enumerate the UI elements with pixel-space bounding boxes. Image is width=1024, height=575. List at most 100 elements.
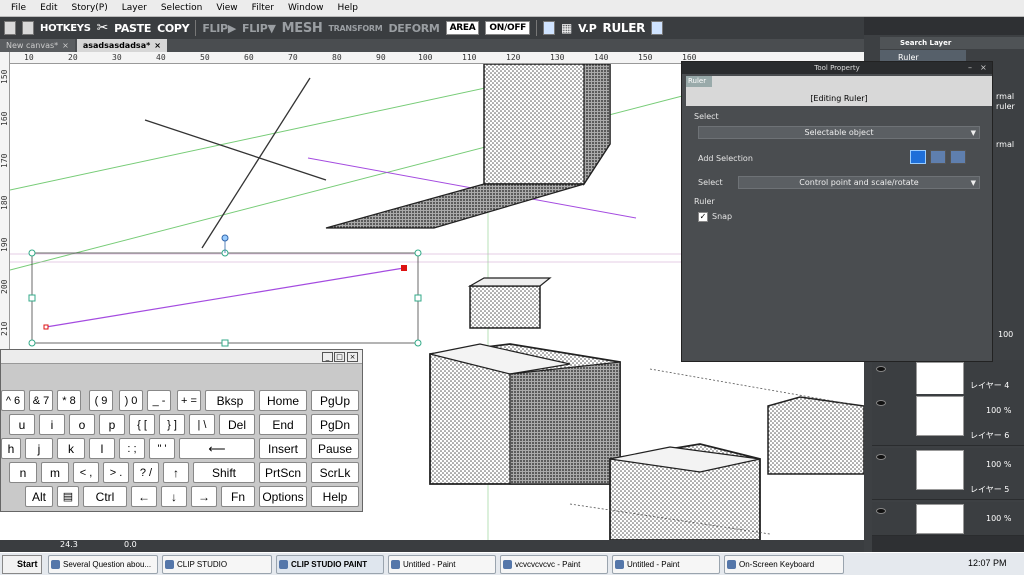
key[interactable]: " ' xyxy=(149,438,175,459)
up-arrow-key[interactable]: ↑ xyxy=(163,462,189,483)
enter-key[interactable]: ⟵ xyxy=(179,438,255,459)
angle-value[interactable]: 0.0 xyxy=(124,540,137,549)
scale-handle[interactable] xyxy=(28,339,36,347)
end-key[interactable]: End xyxy=(259,414,307,435)
menu-key[interactable]: ▤ xyxy=(57,486,79,507)
help-key[interactable]: Help xyxy=(311,486,359,507)
snap-checkbox[interactable]: ✓ xyxy=(698,212,708,222)
scale-handle[interactable] xyxy=(28,249,36,257)
key[interactable]: & 7 xyxy=(29,390,53,411)
select-mode-dropdown[interactable]: Control point and scale/rotate ▼ xyxy=(738,176,980,189)
left-arrow-key[interactable]: ← xyxy=(131,486,157,507)
layer-item[interactable]: 100 % レイヤー 6 xyxy=(872,394,1024,446)
shift-key[interactable]: Shift xyxy=(193,462,255,483)
area-button[interactable]: AREA xyxy=(445,21,480,35)
maximize-icon[interactable]: □ xyxy=(334,352,345,362)
ruler-toggle-icon[interactable] xyxy=(651,21,664,35)
close-icon[interactable]: × xyxy=(154,39,161,52)
ruler-control-point[interactable] xyxy=(401,265,407,271)
insert-key[interactable]: Insert xyxy=(259,438,307,459)
scissors-icon[interactable]: ✂ xyxy=(97,20,109,36)
key[interactable]: ( 9 xyxy=(89,390,113,411)
copy-button[interactable]: COPY xyxy=(157,22,190,35)
scale-handle[interactable] xyxy=(414,249,422,257)
clock[interactable]: 12:07 PM xyxy=(968,558,1007,568)
ruler-button[interactable]: RULER xyxy=(603,21,646,35)
close-icon[interactable]: × xyxy=(347,352,358,362)
fn-key[interactable]: Fn xyxy=(221,486,255,507)
taskbar-item[interactable]: Untitled - Paint xyxy=(612,555,720,574)
flip-horizontal-button[interactable]: FLIP▶ xyxy=(202,22,236,35)
hotkeys-button[interactable]: HOTKEYS xyxy=(40,23,91,34)
key[interactable]: > . xyxy=(103,462,129,483)
menu-layer[interactable]: Layer xyxy=(115,3,154,13)
tab-new-canvas[interactable]: New canvas* × xyxy=(0,39,75,52)
key[interactable]: * 8 xyxy=(57,390,81,411)
menu-view[interactable]: View xyxy=(209,3,244,13)
taskbar-item[interactable]: On-Screen Keyboard xyxy=(724,555,844,574)
key[interactable]: h xyxy=(1,438,21,459)
key[interactable]: + = xyxy=(177,390,201,411)
key[interactable]: ^ 6 xyxy=(1,390,25,411)
scale-handle[interactable] xyxy=(28,294,36,302)
close-icon[interactable]: × xyxy=(62,39,69,52)
menu-story[interactable]: Story(P) xyxy=(65,3,115,13)
scale-handle[interactable] xyxy=(221,339,229,347)
pgup-key[interactable]: PgUp xyxy=(311,390,359,411)
scale-handle[interactable] xyxy=(414,339,422,347)
options-key[interactable]: Options xyxy=(259,486,307,507)
taskbar-item-active[interactable]: CLIP STUDIO PAINT xyxy=(276,555,384,574)
menu-window[interactable]: Window xyxy=(281,3,331,13)
vanishing-point-button[interactable]: V.P xyxy=(578,22,597,35)
key[interactable]: k xyxy=(57,438,85,459)
ruler-line[interactable] xyxy=(45,267,405,328)
grid-icon[interactable]: ▦ xyxy=(561,21,572,35)
onoff-button[interactable]: ON/OFF xyxy=(485,21,531,35)
paste-button[interactable]: PASTE xyxy=(114,22,151,35)
layer-item[interactable]: 100 % レイヤー 5 xyxy=(872,448,1024,500)
selectable-object-dropdown[interactable]: Selectable object ▼ xyxy=(698,126,980,139)
menu-filter[interactable]: Filter xyxy=(245,3,281,13)
key[interactable]: o xyxy=(69,414,95,435)
transform-button[interactable]: TRANSFORM xyxy=(329,24,383,33)
add-selection-icon[interactable] xyxy=(930,150,946,164)
deform-button[interactable]: DEFORM xyxy=(388,22,439,35)
rotate-handle[interactable] xyxy=(221,234,229,242)
menu-selection[interactable]: Selection xyxy=(154,3,209,13)
down-arrow-key[interactable]: ↓ xyxy=(161,486,187,507)
key[interactable]: n xyxy=(9,462,37,483)
layer-item[interactable]: 100 % xyxy=(872,502,1024,536)
key[interactable]: u xyxy=(9,414,35,435)
key[interactable]: ) 0 xyxy=(119,390,143,411)
key[interactable]: j xyxy=(25,438,53,459)
menu-help[interactable]: Help xyxy=(330,3,365,13)
taskbar-item[interactable]: Several Question abou... xyxy=(48,555,158,574)
search-layer-header[interactable]: Search Layer xyxy=(880,37,1024,49)
ctrl-key[interactable]: Ctrl xyxy=(83,486,127,507)
taskbar-item[interactable]: Untitled - Paint xyxy=(388,555,496,574)
eye-icon[interactable] xyxy=(876,400,886,406)
key[interactable]: l xyxy=(89,438,115,459)
taskbar-item[interactable]: vcvcvcvcvc - Paint xyxy=(500,555,608,574)
menu-edit[interactable]: Edit xyxy=(33,3,64,13)
start-button[interactable]: Start xyxy=(2,555,42,574)
scrlk-key[interactable]: ScrLk xyxy=(311,462,359,483)
ruler-snap-icon[interactable] xyxy=(543,21,556,35)
scale-handle[interactable] xyxy=(414,294,422,302)
flip-vertical-button[interactable]: FLIP▼ xyxy=(242,22,276,35)
tab-asadsasdadsa[interactable]: asadsasdadsa* × xyxy=(76,39,167,52)
key[interactable]: { [ xyxy=(129,414,155,435)
subtract-selection-icon[interactable] xyxy=(950,150,966,164)
eye-icon[interactable] xyxy=(876,454,886,460)
key[interactable]: | \ xyxy=(189,414,215,435)
key[interactable]: m xyxy=(41,462,69,483)
zoom-value[interactable]: 24.3 xyxy=(60,540,78,549)
close-icon[interactable]: × xyxy=(980,63,990,73)
key[interactable]: _ - xyxy=(147,390,171,411)
key[interactable]: i xyxy=(39,414,65,435)
pgdn-key[interactable]: PgDn xyxy=(311,414,359,435)
prtscn-key[interactable]: PrtScn xyxy=(259,462,307,483)
key[interactable]: : ; xyxy=(119,438,145,459)
minimize-icon[interactable]: _ xyxy=(322,352,333,362)
minimize-icon[interactable]: – xyxy=(968,63,978,73)
